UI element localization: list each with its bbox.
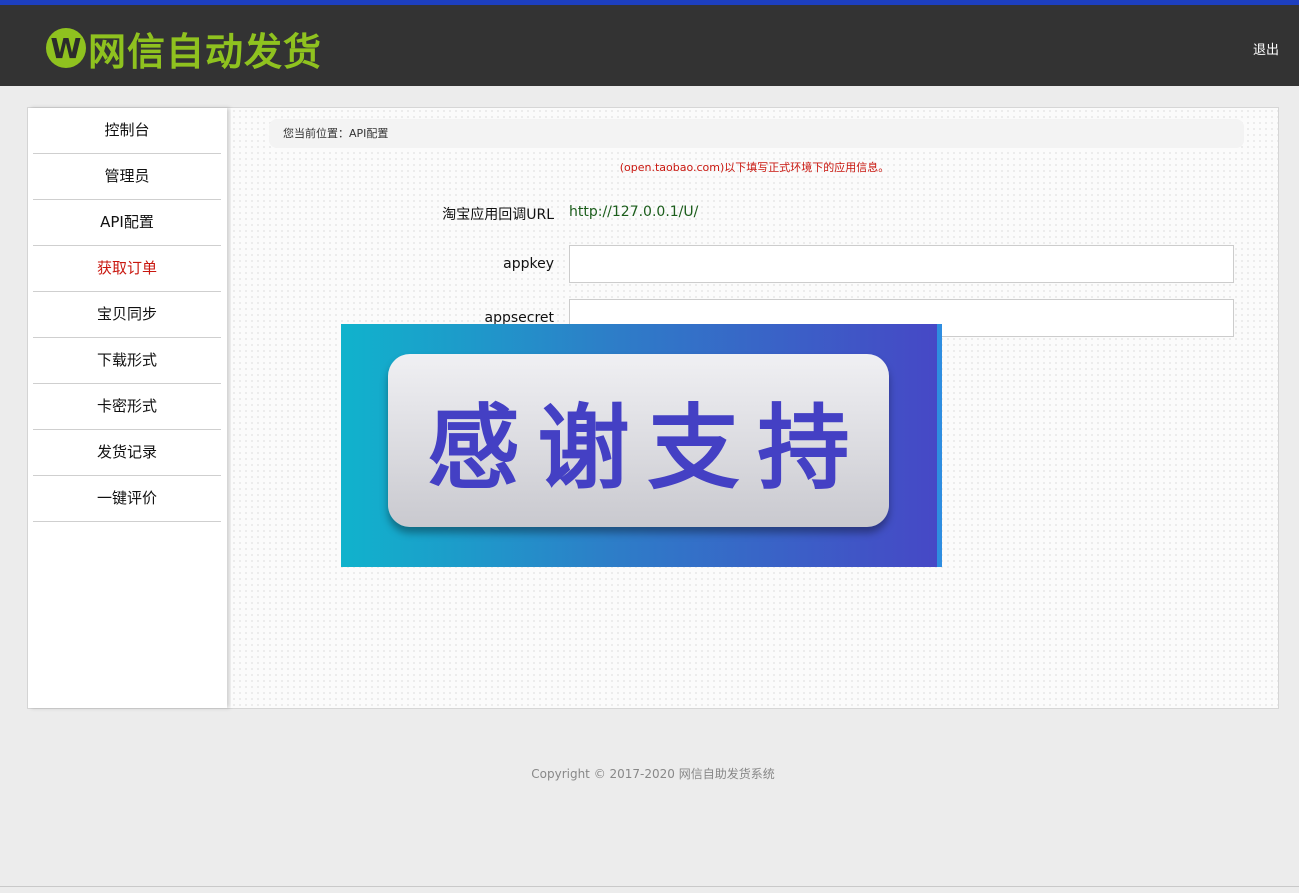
sidebar-item-one-click-review[interactable]: 一键评价 (33, 476, 221, 522)
sidebar-item-download-mode[interactable]: 下载形式 (33, 338, 221, 384)
breadcrumb: 您当前位置：API配置 (269, 119, 1244, 148)
logo: W 网信自动发货 (46, 26, 322, 74)
logout-link[interactable]: 退出 (1253, 39, 1279, 58)
sidebar-item-fetch-orders[interactable]: 获取订单 (33, 246, 221, 292)
thanks-banner-image: 感谢支持 (341, 324, 942, 567)
appkey-input[interactable] (569, 245, 1234, 283)
logo-text: 网信自动发货 (88, 29, 323, 74)
sidebar: 控制台 管理员 API配置 获取订单 宝贝同步 下载形式 卡密形式 发货记录 一… (28, 108, 227, 708)
callback-url-label: 淘宝应用回调URL (442, 207, 554, 223)
sidebar-item-admins[interactable]: 管理员 (33, 154, 221, 200)
sidebar-item-product-sync[interactable]: 宝贝同步 (33, 292, 221, 338)
sidebar-item-dashboard[interactable]: 控制台 (33, 108, 221, 154)
sidebar-item-card-mode[interactable]: 卡密形式 (33, 384, 221, 430)
sidebar-menu: 控制台 管理员 API配置 获取订单 宝贝同步 下载形式 卡密形式 发货记录 一… (28, 108, 227, 522)
sidebar-item-delivery-records[interactable]: 发货记录 (33, 430, 221, 476)
appkey-label: appkey (503, 256, 554, 272)
callback-url-value: http://127.0.0.1/U/ (569, 204, 699, 220)
bottom-divider (0, 886, 1299, 887)
appkey-row: appkey (231, 245, 1278, 285)
environment-notice: (open.taobao.com)以下填写正式环境下的应用信息。 (619, 161, 890, 174)
thanks-banner-plate: 感谢支持 (388, 354, 889, 527)
logo-mark-icon: W (46, 28, 86, 68)
thanks-banner-text: 感谢支持 (427, 395, 868, 502)
footer-copyright: Copyright © 2017-2020 网信自助发货系统 (531, 767, 775, 781)
callback-url-row: 淘宝应用回调URL http://127.0.0.1/U/ (231, 202, 1278, 224)
app-header: W 网信自动发货 退出 (0, 5, 1299, 86)
sidebar-item-api-config[interactable]: API配置 (33, 200, 221, 246)
